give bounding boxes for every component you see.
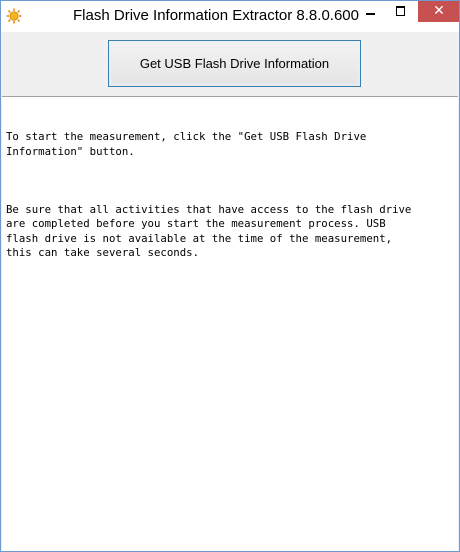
title-bar[interactable]: Flash Drive Information Extractor 8.8.0.…: [1, 1, 459, 32]
instruction-paragraph-2: Be sure that all activities that have ac…: [6, 202, 412, 260]
window-title: Flash Drive Information Extractor 8.8.0.…: [73, 7, 359, 24]
output-textarea[interactable]: To start the measurement, click the "Get…: [2, 96, 458, 551]
minimize-icon: [366, 13, 375, 15]
toolbar: Get USB Flash Drive Information: [1, 32, 459, 96]
maximize-button[interactable]: [387, 1, 415, 22]
close-button[interactable]: ✕: [418, 1, 459, 22]
app-window: Flash Drive Information Extractor 8.8.0.…: [0, 0, 460, 552]
maximize-icon: [396, 6, 405, 16]
close-icon: ✕: [433, 3, 445, 19]
instruction-paragraph-1: To start the measurement, click the "Get…: [6, 130, 367, 158]
button-focus-border: [110, 42, 359, 85]
minimize-button[interactable]: [357, 1, 385, 22]
get-usb-info-button[interactable]: Get USB Flash Drive Information: [108, 40, 361, 87]
